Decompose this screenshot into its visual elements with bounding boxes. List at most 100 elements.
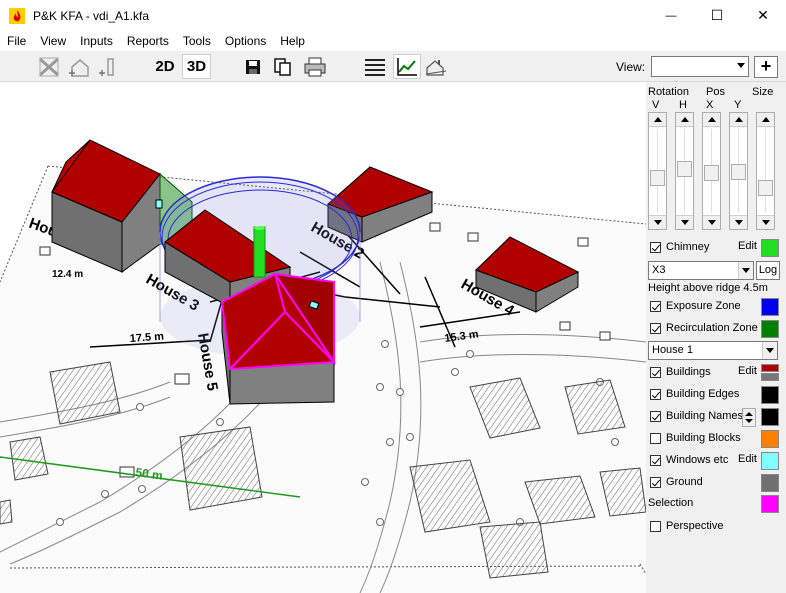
selection-color-swatch[interactable] xyxy=(761,495,779,513)
save-button[interactable] xyxy=(241,54,265,79)
building-edges-label: Building Edges xyxy=(666,388,740,400)
house-5-selected[interactable] xyxy=(220,272,336,405)
chimney[interactable] xyxy=(253,226,266,278)
menu-file[interactable]: File xyxy=(0,31,33,51)
add-view-button[interactable]: + xyxy=(754,56,778,78)
slider-down-icon[interactable] xyxy=(730,215,747,229)
buildings-checkbox[interactable] xyxy=(650,367,661,378)
position-y-slider[interactable] xyxy=(729,112,748,230)
building-names-checkbox[interactable] xyxy=(650,411,661,422)
buildings-row: Buildings Edit xyxy=(646,363,786,383)
slider-down-icon[interactable] xyxy=(703,215,720,229)
scene-svg[interactable]: 50 m 12.4 m 17.5 m 15.3 m House 1 House … xyxy=(0,82,646,593)
slider-up-icon[interactable] xyxy=(649,113,666,127)
copy-button[interactable] xyxy=(271,54,295,79)
house-select-row: House 1 xyxy=(646,341,786,361)
pos-label: Pos xyxy=(706,86,725,98)
slider-up-icon[interactable] xyxy=(703,113,720,127)
print-button[interactable] xyxy=(302,54,328,79)
building-blocks-color-swatch[interactable] xyxy=(761,430,779,448)
menu-tools[interactable]: Tools xyxy=(176,31,218,51)
menu-options[interactable]: Options xyxy=(218,31,273,51)
windows-checkbox[interactable] xyxy=(650,455,661,466)
slider-down-icon[interactable] xyxy=(757,215,774,229)
recirculation-color-swatch[interactable] xyxy=(761,320,779,338)
slider-thumb[interactable] xyxy=(650,169,665,186)
building-edges-row: Building Edges xyxy=(646,385,786,405)
chevron-down-icon xyxy=(737,63,745,68)
select-tool-button[interactable] xyxy=(36,54,62,79)
view-label: View: xyxy=(616,60,646,74)
building-blocks-checkbox[interactable] xyxy=(650,433,661,444)
chimney-select[interactable]: X3 xyxy=(648,261,754,280)
add-chimney-button[interactable] xyxy=(96,54,122,79)
dimension-label-12m: 12.4 m xyxy=(52,269,83,280)
perspective-checkbox[interactable] xyxy=(650,521,661,532)
menu-help[interactable]: Help xyxy=(273,31,312,51)
building-names-color-swatch[interactable] xyxy=(761,408,779,426)
slider-up-icon[interactable] xyxy=(757,113,774,127)
exposure-row: Exposure Zone xyxy=(646,297,786,317)
windows-edit-button[interactable]: Edit xyxy=(738,453,757,465)
font-size-spinner[interactable] xyxy=(742,408,756,427)
recirculation-checkbox[interactable] xyxy=(650,323,661,334)
exposure-color-swatch[interactable] xyxy=(761,298,779,316)
chimney-edit-button[interactable]: Edit xyxy=(738,240,757,252)
ground-checkbox[interactable] xyxy=(650,477,661,488)
slider-thumb[interactable] xyxy=(731,164,746,180)
minimize-button[interactable]: — xyxy=(648,0,694,31)
list-button[interactable] xyxy=(362,54,388,79)
house-select[interactable]: House 1 xyxy=(648,341,778,360)
buildings-wall-color-swatch[interactable] xyxy=(761,373,779,381)
maximize-icon: ☐ xyxy=(710,7,724,23)
view-select[interactable] xyxy=(651,56,749,77)
ground-color-swatch[interactable] xyxy=(761,474,779,492)
buildings-edit-button[interactable]: Edit xyxy=(738,365,757,377)
buildings-roof-color-swatch[interactable] xyxy=(761,364,779,372)
chevron-down-icon[interactable] xyxy=(738,262,753,279)
chimney-select-row: X3 Log xyxy=(646,260,786,280)
rotation-h-slider[interactable] xyxy=(675,112,694,230)
buildings-label: Buildings xyxy=(666,366,711,378)
chart-icon xyxy=(397,57,417,76)
position-x-slider[interactable] xyxy=(702,112,721,230)
exposure-label: Exposure Zone xyxy=(666,300,741,312)
view-3d-button[interactable]: 3D xyxy=(182,54,211,79)
list-icon xyxy=(365,58,385,76)
chimney-label: Chimney xyxy=(666,241,710,253)
chimney-checkbox[interactable] xyxy=(650,242,661,253)
slider-thumb[interactable] xyxy=(677,161,692,178)
slider-up-icon[interactable] xyxy=(730,113,747,127)
chart-button[interactable] xyxy=(393,54,421,79)
copy-icon xyxy=(274,57,291,76)
building-names-label: Building Names xyxy=(666,410,744,422)
chimney-color-swatch[interactable] xyxy=(761,239,779,257)
close-button[interactable]: ✕ xyxy=(740,0,786,31)
rotation-label: Rotation xyxy=(648,86,689,98)
menu-reports[interactable]: Reports xyxy=(120,31,176,51)
slider-down-icon[interactable] xyxy=(676,215,693,229)
chevron-down-icon[interactable] xyxy=(762,342,777,359)
add-building-button[interactable] xyxy=(66,54,92,79)
menu-inputs[interactable]: Inputs xyxy=(73,31,120,51)
close-icon: ✕ xyxy=(757,7,769,23)
rotation-v-slider[interactable] xyxy=(648,112,667,230)
window-title: P&K KFA - vdi_A1.kfa xyxy=(33,8,150,23)
building-edges-color-swatch[interactable] xyxy=(761,386,779,404)
exposure-checkbox[interactable] xyxy=(650,301,661,312)
chimney-row: Chimney Edit xyxy=(646,238,786,258)
log-button[interactable]: Log xyxy=(756,261,780,280)
menu-view[interactable]: View xyxy=(33,31,73,51)
building-edges-checkbox[interactable] xyxy=(650,389,661,400)
slider-down-icon[interactable] xyxy=(649,215,666,229)
3d-viewport[interactable]: 50 m 12.4 m 17.5 m 15.3 m House 1 House … xyxy=(0,82,646,593)
slider-thumb[interactable] xyxy=(758,179,773,196)
terrain-button[interactable] xyxy=(423,54,449,79)
size-slider[interactable] xyxy=(756,112,775,230)
maximize-button[interactable]: ☐ xyxy=(694,0,740,31)
slider-up-icon[interactable] xyxy=(676,113,693,127)
windows-color-swatch[interactable] xyxy=(761,452,779,470)
title-bar: P&K KFA - vdi_A1.kfa — ☐ ✕ xyxy=(0,0,786,31)
view-2d-button[interactable]: 2D xyxy=(152,54,178,79)
slider-thumb[interactable] xyxy=(704,165,719,182)
